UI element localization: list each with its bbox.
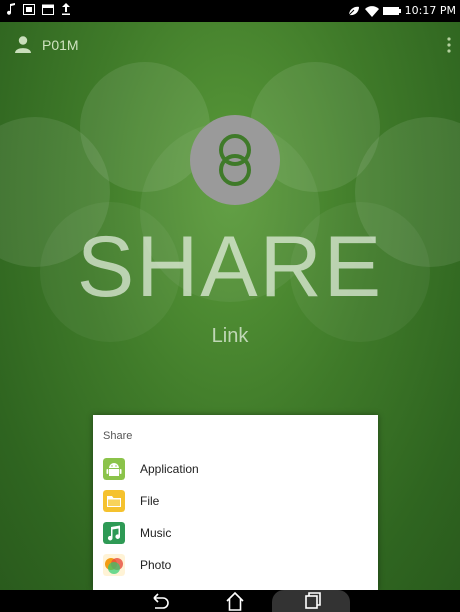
status-bar: 10:17 PM bbox=[0, 0, 460, 22]
wifi-icon bbox=[364, 5, 379, 17]
navigation-bar bbox=[0, 590, 460, 612]
clock-time: 10:17 PM bbox=[404, 4, 456, 17]
upload-icon bbox=[62, 3, 70, 15]
calendar-icon bbox=[42, 4, 54, 15]
link-label: Link bbox=[211, 325, 249, 347]
battery-icon bbox=[382, 6, 401, 15]
screenshot-icon bbox=[23, 3, 35, 15]
share-item-label: Photo bbox=[140, 558, 172, 572]
photo-icon bbox=[103, 554, 125, 576]
back-icon[interactable] bbox=[145, 590, 175, 612]
recents-icon[interactable] bbox=[296, 590, 326, 612]
share-title: SHARE bbox=[76, 219, 384, 315]
status-bar-right: 10:17 PM bbox=[347, 4, 456, 17]
share-item-application[interactable]: Application bbox=[93, 455, 378, 485]
share-dialog: Share Application File Music Photo bbox=[93, 415, 378, 590]
folder-icon bbox=[103, 490, 125, 512]
dialog-title: Share bbox=[103, 430, 133, 442]
app-header: P01M bbox=[0, 22, 460, 74]
screen: 10:17 PM P01M SHARE Link Share Applicati… bbox=[0, 0, 460, 612]
device-name[interactable]: P01M bbox=[42, 37, 79, 53]
status-bar-left bbox=[6, 3, 71, 15]
home-icon[interactable] bbox=[220, 590, 250, 612]
android-icon bbox=[103, 458, 125, 480]
link-rings-icon bbox=[219, 134, 251, 186]
share-link-app: P01M SHARE Link Share Application File M… bbox=[0, 22, 460, 590]
share-item-label: File bbox=[140, 494, 160, 508]
share-link-logo[interactable] bbox=[190, 115, 280, 205]
share-item-label: Application bbox=[140, 462, 199, 476]
music-icon bbox=[103, 522, 125, 544]
share-item-label: Music bbox=[140, 526, 172, 540]
share-item-photo[interactable]: Photo bbox=[93, 551, 378, 581]
share-item-music[interactable]: Music bbox=[93, 519, 378, 549]
music-note-icon bbox=[7, 3, 15, 15]
share-item-file[interactable]: File bbox=[93, 487, 378, 517]
power-saver-icon bbox=[347, 6, 359, 16]
person-icon[interactable] bbox=[14, 35, 32, 53]
overflow-menu-icon[interactable] bbox=[446, 36, 452, 54]
